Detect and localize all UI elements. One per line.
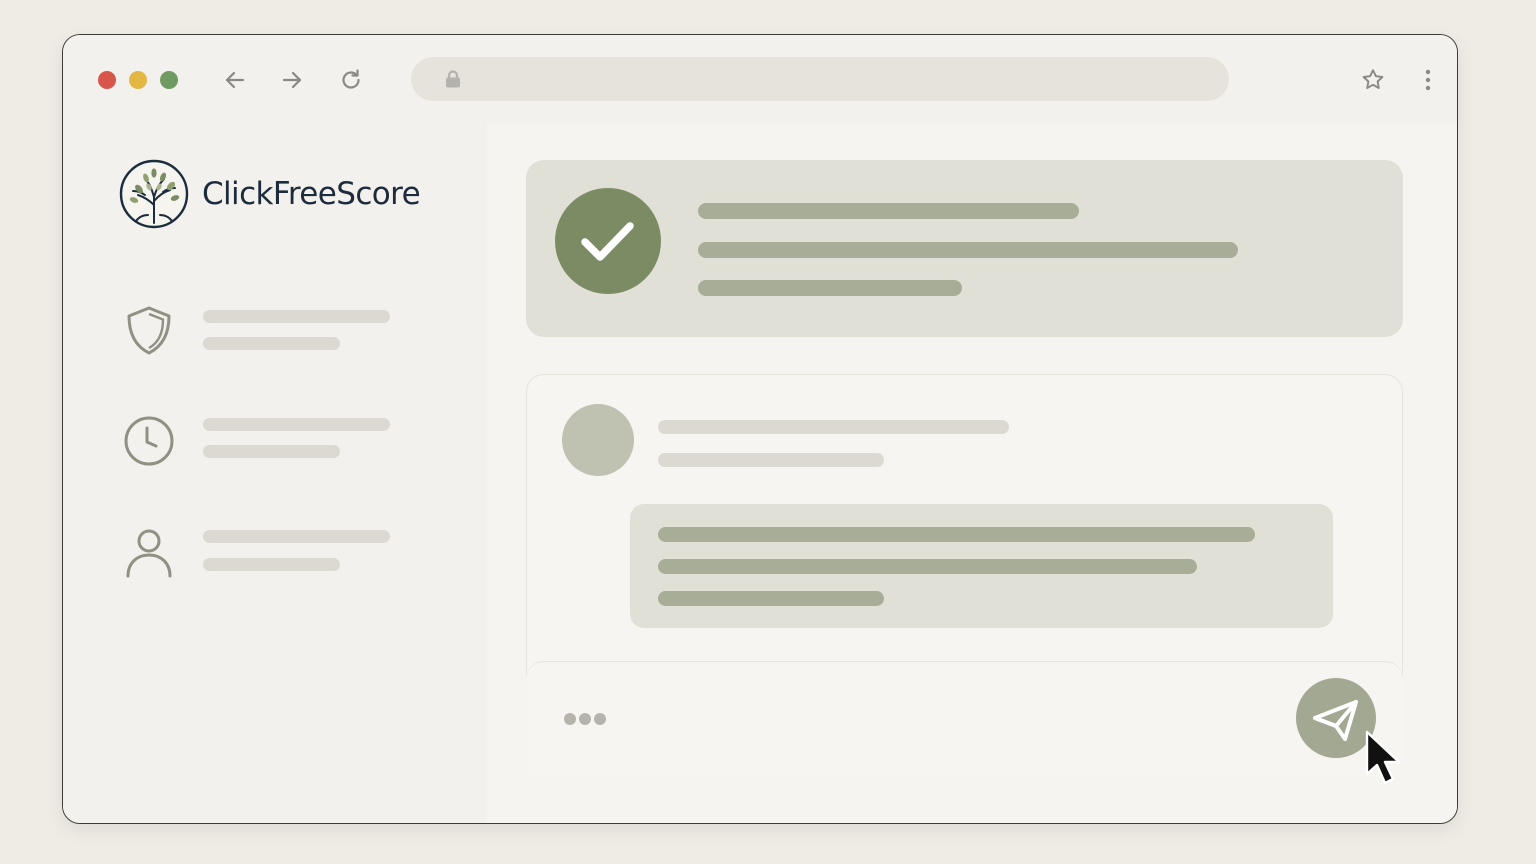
minimize-window-button[interactable]	[129, 71, 147, 89]
sidebar-item-subtitle-placeholder	[203, 558, 340, 571]
maximize-window-button[interactable]	[160, 71, 178, 89]
sidebar-item-security[interactable]	[119, 303, 409, 363]
browser-toolbar	[63, 35, 1457, 124]
star-icon[interactable]	[1360, 67, 1386, 93]
sender-name-placeholder	[658, 420, 1009, 434]
brand-name: ClickFreeScore	[202, 176, 421, 212]
clock-icon	[124, 416, 174, 466]
mouse-pointer-icon	[1365, 730, 1401, 785]
address-bar[interactable]	[411, 57, 1229, 101]
sidebar-item-subtitle-placeholder	[203, 445, 340, 458]
success-title-placeholder	[698, 203, 1079, 219]
success-card	[526, 160, 1403, 337]
ellipsis-icon	[564, 712, 609, 730]
sidebar-item-subtitle-placeholder	[203, 337, 340, 350]
close-window-button[interactable]	[98, 71, 116, 89]
tree-logo-icon	[119, 159, 189, 229]
message-line-placeholder	[658, 591, 884, 606]
brand-logo[interactable]: ClickFreeScore	[119, 159, 421, 229]
avatar	[562, 404, 634, 476]
reload-icon[interactable]	[338, 67, 364, 93]
back-arrow-icon[interactable]	[222, 67, 248, 93]
sidebar-item-title-placeholder	[203, 418, 390, 431]
checkmark-icon	[555, 188, 661, 294]
success-line-placeholder	[698, 280, 962, 296]
sidebar-item-title-placeholder	[203, 530, 390, 543]
message-bubble	[630, 504, 1333, 628]
message-composer[interactable]	[526, 661, 1403, 778]
shield-icon	[127, 306, 171, 355]
chat-card	[526, 374, 1403, 778]
sender-meta-placeholder	[658, 453, 884, 467]
sidebar: ClickFreeScore	[63, 123, 487, 823]
lock-icon	[446, 70, 460, 88]
kebab-menu-icon[interactable]	[1415, 67, 1441, 93]
forward-arrow-icon[interactable]	[279, 67, 305, 93]
sidebar-item-profile[interactable]	[119, 521, 409, 581]
sidebar-item-history[interactable]	[119, 411, 409, 471]
main-content	[487, 123, 1457, 823]
user-icon	[126, 529, 172, 578]
sidebar-item-title-placeholder	[203, 310, 390, 323]
success-line-placeholder	[698, 242, 1238, 258]
browser-window: ClickFreeScore	[62, 34, 1458, 824]
message-line-placeholder	[658, 559, 1197, 574]
message-line-placeholder	[658, 527, 1255, 542]
